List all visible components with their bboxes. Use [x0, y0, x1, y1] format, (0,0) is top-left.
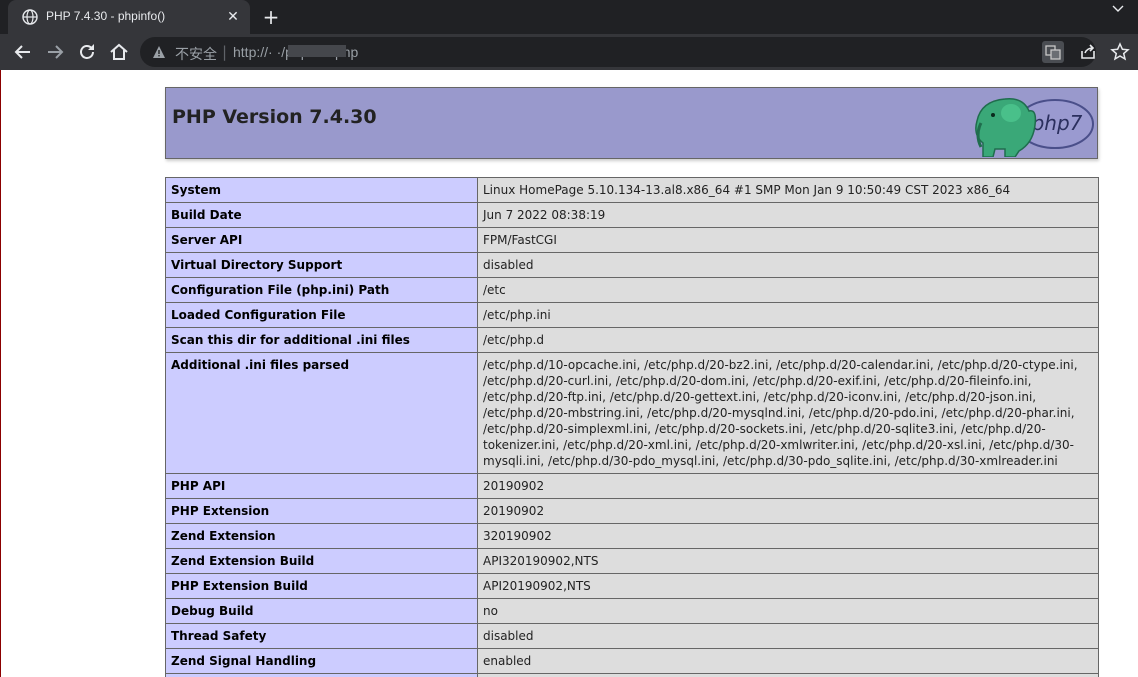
table-row: Loaded Configuration File/etc/php.ini: [165, 302, 1099, 328]
info-key: PHP Extension Build: [165, 573, 478, 599]
table-row: Zend Extension 320190902: [165, 523, 1099, 549]
info-value: /etc/php.ini: [477, 302, 1099, 328]
browser-toolbar: 不安全 | http://· ·/phpinfo.php: [0, 34, 1138, 70]
info-value: Linux HomePage 5.10.134-13.al8.x86_64 #1…: [477, 177, 1099, 203]
browser-tab[interactable]: PHP 7.4.30 - phpinfo() ✕: [8, 0, 250, 34]
php-elephant-logo[interactable]: php7: [971, 91, 1095, 157]
table-row: [165, 673, 1099, 677]
table-row: Zend Signal Handling enabled: [165, 648, 1099, 674]
info-key: Loaded Configuration File: [165, 302, 478, 328]
share-icon[interactable]: [1078, 42, 1098, 62]
info-key: PHP Extension: [165, 498, 478, 524]
info-key: System: [165, 177, 478, 203]
globe-icon: [22, 9, 38, 25]
table-row: Zend Extension Build API320190902,NTS: [165, 548, 1099, 574]
info-value: enabled: [477, 648, 1099, 674]
reload-icon[interactable]: [75, 40, 99, 64]
info-key: Zend Signal Handling: [165, 648, 478, 674]
table-row: System Linux HomePage 5.10.134-13.al8.x86…: [165, 177, 1099, 203]
table-row: Build Date Jun 7 2022 08:38:19: [165, 202, 1099, 228]
info-value: 20190902: [477, 473, 1099, 499]
info-value: API20190902,NTS: [477, 573, 1099, 599]
table-row: Debug Build no: [165, 598, 1099, 624]
home-icon[interactable]: [107, 40, 131, 64]
table-row: Configuration File (php.ini) Path/etc: [165, 277, 1099, 303]
table-row: Scan this dir for additional .ini files /…: [165, 327, 1099, 353]
info-value: Jun 7 2022 08:38:19: [477, 202, 1099, 228]
info-value: FPM/FastCGI: [477, 227, 1099, 253]
info-key: [165, 673, 478, 677]
info-key: Zend Extension: [165, 523, 478, 549]
page-title: PHP Version 7.4.30: [172, 106, 377, 128]
info-key: Additional .ini files parsed: [165, 352, 478, 474]
arrow-right-icon[interactable]: [43, 40, 67, 64]
info-value: disabled: [477, 623, 1099, 649]
tab-title: PHP 7.4.30 - phpinfo(): [46, 9, 166, 23]
page-content: PHP Version 7.4.30 php7 System Linux Home…: [0, 70, 1138, 677]
phpinfo-table: System Linux HomePage 5.10.134-13.al8.x86…: [165, 177, 1099, 677]
info-key: Build Date: [165, 202, 478, 228]
info-key: Zend Extension Build: [165, 548, 478, 574]
arrow-left-icon[interactable]: [11, 40, 35, 64]
chevron-down-icon[interactable]: [1110, 2, 1126, 16]
new-tab-button[interactable]: +: [260, 6, 282, 28]
table-row: PHP Extension Build API20190902,NTS: [165, 573, 1099, 599]
table-row: PHP Extension 20190902: [165, 498, 1099, 524]
close-tab-icon[interactable]: ✕: [224, 8, 242, 26]
translate-icon[interactable]: [1042, 41, 1064, 63]
php-version-header: PHP Version 7.4.30 php7: [165, 87, 1098, 159]
table-row: Virtual Directory Support disabled: [165, 252, 1099, 278]
info-value: [477, 673, 1099, 677]
info-value: no: [477, 598, 1099, 624]
table-row: Server API FPM/FastCGI: [165, 227, 1099, 253]
info-value: API320190902,NTS: [477, 548, 1099, 574]
info-value: /etc: [477, 277, 1099, 303]
info-key: Configuration File (php.ini) Path: [165, 277, 478, 303]
info-key: Scan this dir for additional .ini files: [165, 327, 478, 353]
address-bar[interactable]: 不安全 | http://· ·/phpinfo.php: [140, 37, 1096, 67]
info-key: Debug Build: [165, 598, 478, 624]
table-row: Additional .ini files parsed/etc/php.d/1…: [165, 352, 1099, 474]
table-row: PHP API 20190902: [165, 473, 1099, 499]
info-value: /etc/php.d/10-opcache.ini, /etc/php.d/20…: [477, 352, 1099, 474]
info-key: Server API: [165, 227, 478, 253]
table-row: Thread Safety disabled: [165, 623, 1099, 649]
star-icon[interactable]: [1110, 42, 1130, 62]
info-value: disabled: [477, 252, 1099, 278]
info-value: 320190902: [477, 523, 1099, 549]
info-key: Thread Safety: [165, 623, 478, 649]
not-secure-label[interactable]: 不安全: [175, 44, 217, 64]
php-logo-text: php7: [1031, 111, 1083, 135]
info-value: 20190902: [477, 498, 1099, 524]
info-key: PHP API: [165, 473, 478, 499]
info-value: /etc/php.d: [477, 327, 1099, 353]
warning-triangle-icon[interactable]: [152, 45, 166, 59]
tab-strip: PHP 7.4.30 - phpinfo() ✕ +: [0, 0, 1138, 34]
info-key: Virtual Directory Support: [165, 252, 478, 278]
url-separator: |: [222, 43, 228, 61]
redacted-host: [288, 45, 346, 57]
